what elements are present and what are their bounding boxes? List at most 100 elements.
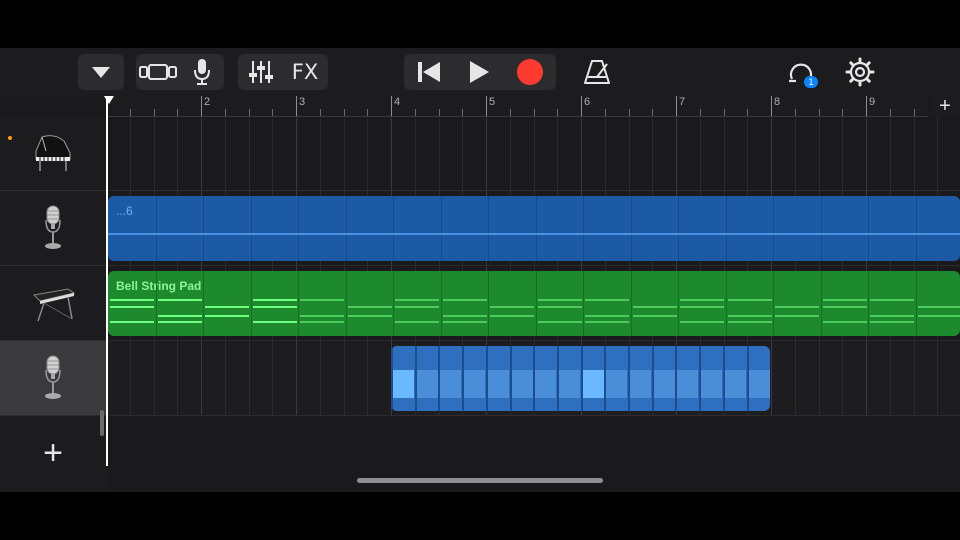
region-segment-divider xyxy=(868,196,869,261)
garageband-tracks-view: FX 1 2 3 4 5 6 7 8 9 + + ...6 Bell Strin… xyxy=(0,48,960,492)
recorded-audio-region[interactable] xyxy=(391,346,770,411)
add-section-button[interactable]: + xyxy=(930,96,960,116)
grid-line xyxy=(866,341,867,415)
waveform-block xyxy=(487,370,509,398)
midi-note xyxy=(110,321,154,323)
midi-note xyxy=(870,321,914,323)
fx-button[interactable]: FX xyxy=(283,54,327,90)
grid-line xyxy=(272,341,274,415)
beat-tick xyxy=(913,109,915,116)
playhead-handle[interactable] xyxy=(104,96,114,104)
playhead[interactable] xyxy=(106,96,108,466)
region-segment-divider xyxy=(630,196,632,261)
beat-tick xyxy=(177,109,179,116)
track-header-synth[interactable] xyxy=(0,266,106,341)
region-segment-divider xyxy=(298,271,299,336)
beat-tick xyxy=(248,109,250,116)
grid-line xyxy=(699,116,701,190)
waveform-line xyxy=(108,233,960,235)
midi-note xyxy=(442,321,487,323)
beat-tick xyxy=(129,109,131,116)
midi-note xyxy=(537,306,582,308)
grid-line xyxy=(153,341,155,415)
bar-tick xyxy=(676,96,677,116)
region-segment-divider xyxy=(868,271,869,336)
add-track-button[interactable]: + xyxy=(0,416,106,490)
grid-line xyxy=(557,116,559,190)
metronome-button[interactable] xyxy=(580,54,614,90)
mic-button[interactable] xyxy=(180,54,224,90)
midi-note xyxy=(252,321,297,323)
midi-region[interactable]: Bell String Pad xyxy=(108,271,960,336)
lane-synth[interactable]: Bell String Pad xyxy=(106,266,960,341)
rewind-button[interactable] xyxy=(404,54,454,90)
midi-note xyxy=(680,321,724,323)
region-segment-divider xyxy=(488,271,489,336)
grid-line xyxy=(889,341,891,415)
track-header-piano[interactable] xyxy=(0,116,106,191)
grid-line xyxy=(343,116,345,190)
settings-icon xyxy=(845,57,875,87)
beat-tick xyxy=(343,109,345,116)
midi-region-label: Bell String Pad xyxy=(116,279,202,293)
midi-note xyxy=(442,299,487,301)
beat-tick xyxy=(652,109,654,116)
region-segment-divider xyxy=(250,196,252,261)
play-button[interactable] xyxy=(454,54,504,90)
region-segment-divider xyxy=(583,271,584,336)
view-dropdown-button[interactable] xyxy=(78,54,124,90)
midi-note xyxy=(490,315,534,317)
grid-line xyxy=(438,116,440,190)
grid-line xyxy=(581,116,582,190)
midi-note xyxy=(632,306,677,308)
microphone-icon xyxy=(45,355,61,399)
midi-note xyxy=(870,315,914,317)
beat-tick xyxy=(557,109,559,116)
grid-line xyxy=(319,341,321,415)
grid-line xyxy=(367,341,369,415)
midi-note xyxy=(727,321,772,323)
grid-line xyxy=(367,116,369,190)
lane-audio-2[interactable] xyxy=(106,341,960,416)
waveform-block xyxy=(416,370,438,398)
grid-line xyxy=(177,341,179,415)
grid-line xyxy=(129,341,131,415)
midi-note xyxy=(395,321,439,323)
track-header-audio-1[interactable] xyxy=(0,191,106,266)
grid-line xyxy=(486,116,487,190)
beat-tick xyxy=(818,109,820,116)
bar-tick xyxy=(486,96,487,116)
midi-note xyxy=(680,299,724,301)
grid-line xyxy=(153,116,155,190)
track-header-audio-2[interactable] xyxy=(0,341,106,416)
region-segment-divider xyxy=(440,271,442,336)
midi-note xyxy=(680,306,724,308)
settings-button[interactable] xyxy=(842,54,878,90)
record-button[interactable] xyxy=(504,54,556,90)
grid-line xyxy=(652,116,654,190)
timeline-ruler[interactable]: 2 3 4 5 6 7 8 9 xyxy=(106,96,928,117)
grid-line xyxy=(937,116,939,190)
midi-note xyxy=(537,321,582,323)
waveform-block xyxy=(582,370,604,398)
grid-line xyxy=(201,341,202,415)
audio-region-label: ...6 xyxy=(116,204,133,218)
region-segment-divider xyxy=(155,271,157,336)
keyboard-synth-icon xyxy=(32,288,76,322)
home-indicator xyxy=(357,478,603,483)
region-segment-divider xyxy=(440,196,442,261)
tracks-view-button[interactable] xyxy=(136,54,180,90)
grid-line xyxy=(818,341,820,415)
waveform-block xyxy=(677,370,699,398)
mixer-button[interactable] xyxy=(239,54,283,90)
midi-note xyxy=(110,306,154,308)
microphone-icon xyxy=(45,205,61,249)
region-segment-divider xyxy=(535,196,537,261)
grid-line xyxy=(794,116,796,190)
grid-line xyxy=(248,116,250,190)
audio-region[interactable]: ...6 xyxy=(108,196,960,261)
lane-audio-1[interactable]: ...6 xyxy=(106,191,960,266)
lane-piano[interactable] xyxy=(106,116,960,191)
track-header-resize-handle[interactable] xyxy=(100,410,104,436)
midi-note xyxy=(395,299,439,301)
